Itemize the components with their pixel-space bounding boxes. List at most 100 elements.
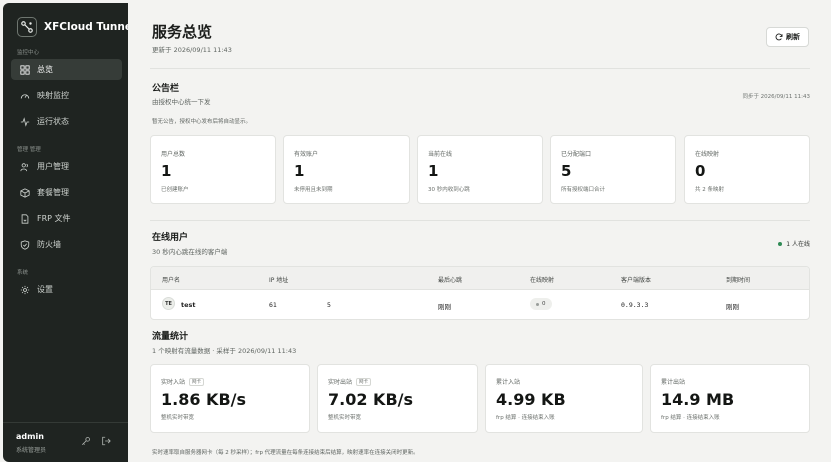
sidebar-item-users[interactable]: 用户管理 bbox=[11, 156, 122, 177]
file-icon bbox=[19, 213, 30, 224]
page-title: 服务总览 bbox=[152, 23, 213, 41]
refresh-label: 刷新 bbox=[786, 33, 800, 41]
column-header: IP 地址 bbox=[269, 277, 289, 284]
stat-desc: 共 2 条映射 bbox=[695, 187, 724, 193]
divider bbox=[150, 68, 810, 69]
shield-icon bbox=[19, 239, 30, 250]
traffic-card-realtime-in: 实时入站 网卡 1.86 KB/s 整机实时带宽 bbox=[150, 364, 310, 433]
status-dot-icon bbox=[778, 241, 783, 246]
sidebar-item-overview[interactable]: 总览 bbox=[11, 59, 122, 80]
column-header: 到期时间 bbox=[726, 277, 751, 284]
row-ip-extra: 5 bbox=[327, 301, 331, 309]
traffic-footnote: 实时速率取自服务器网卡（每 2 秒采样）；frp 代理流量在每条连接结束后结算，… bbox=[152, 450, 419, 456]
stat-label: 在线映射 bbox=[695, 151, 720, 158]
column-header: 客户端版本 bbox=[621, 277, 652, 284]
sidebar-item-label: 用户管理 bbox=[37, 162, 69, 171]
traffic-label-text: 实时入站 bbox=[161, 379, 186, 386]
sidebar-item-label: 映射监控 bbox=[37, 91, 69, 100]
traffic-desc: 整机实时带宽 bbox=[328, 415, 362, 421]
main-content: 服务总览 更新于 2026/09/11 11:43 刷新 公告栏 由授权中心统一… bbox=[128, 3, 828, 462]
online-users-table: 用户名 IP 地址 最后心跳 在线映射 客户端版本 到期时间 TE test 6… bbox=[150, 266, 810, 320]
brand[interactable]: XFCloud Tunnel bbox=[17, 17, 136, 37]
stat-label: 已分配端口 bbox=[561, 151, 592, 158]
user-role: 系统管理员 bbox=[16, 447, 47, 454]
stat-value: 1 bbox=[428, 162, 439, 180]
user-name: admin bbox=[16, 432, 44, 441]
traffic-card-realtime-out: 实时出站 网卡 7.02 KB/s 整机实时带宽 bbox=[317, 364, 478, 433]
user-panel: admin 系统管理员 bbox=[3, 422, 128, 462]
sidebar-item-settings[interactable]: 设置 bbox=[11, 279, 122, 300]
sidebar-item-firewall[interactable]: 防火墙 bbox=[11, 234, 122, 255]
online-count-text: 1 人在线 bbox=[786, 241, 810, 248]
traffic-desc: frp 结算 · 连接结束入账 bbox=[496, 415, 555, 421]
stat-label: 有效账户 bbox=[294, 151, 319, 158]
stat-card-online-mappings: 在线映射 0 共 2 条映射 bbox=[684, 135, 810, 204]
sidebar-item-label: 套餐管理 bbox=[37, 188, 69, 197]
refresh-icon bbox=[775, 33, 783, 41]
logo-icon bbox=[17, 17, 37, 37]
nic-tag: 网卡 bbox=[356, 377, 372, 386]
stat-value: 5 bbox=[561, 162, 572, 180]
column-header: 在线映射 bbox=[530, 277, 555, 284]
row-ip: 61 bbox=[269, 301, 277, 309]
refresh-button[interactable]: 刷新 bbox=[766, 27, 809, 47]
traffic-value: 4.99 KB bbox=[496, 390, 566, 409]
sidebar-item-status[interactable]: 运行状态 bbox=[11, 111, 122, 132]
updated-time: 更新于 2026/09/11 11:43 bbox=[152, 46, 232, 54]
section-label-system: 系统 bbox=[17, 270, 29, 276]
sidebar: XFCloud Tunnel 监控中心 总览 映射监控 运行状态 管理 管理 用… bbox=[3, 3, 136, 462]
stat-card-online-now: 当前在线 1 30 秒内收到心跳 bbox=[417, 135, 543, 204]
dashboard-icon bbox=[19, 64, 30, 75]
traffic-label: 实时入站 网卡 bbox=[161, 377, 205, 386]
stat-desc: 所有授权端口合计 bbox=[561, 187, 606, 193]
traffic-label-text: 累计入站 bbox=[496, 379, 521, 386]
app-window: XFCloud Tunnel 监控中心 总览 映射监控 运行状态 管理 管理 用… bbox=[0, 0, 831, 462]
traffic-desc: frp 结算 · 连接结束入账 bbox=[661, 415, 720, 421]
status-dot-icon bbox=[536, 302, 539, 306]
gauge-icon bbox=[19, 90, 30, 101]
app-title: XFCloud Tunnel bbox=[44, 21, 136, 33]
traffic-card-total-out: 累计出站 14.9 MB frp 结算 · 连接结束入账 bbox=[650, 364, 810, 433]
traffic-label: 实时出站 网卡 bbox=[328, 377, 372, 386]
traffic-title: 流量统计 bbox=[152, 332, 189, 342]
stat-card-total-users: 用户总数 1 已创建账户 bbox=[150, 135, 276, 204]
nic-tag: 网卡 bbox=[189, 377, 205, 386]
package-icon bbox=[19, 187, 30, 198]
avatar: TE bbox=[162, 297, 175, 310]
row-username[interactable]: test bbox=[181, 301, 196, 309]
column-header: 用户名 bbox=[162, 277, 181, 284]
sidebar-item-label: 设置 bbox=[37, 285, 53, 294]
bulletin-subtitle: 由授权中心统一下发 bbox=[152, 98, 211, 106]
online-users-subtitle: 30 秒内心跳在线的客户端 bbox=[152, 248, 228, 256]
stat-desc: 30 秒内收到心跳 bbox=[428, 187, 470, 193]
stat-label: 用户总数 bbox=[161, 151, 186, 158]
activity-icon bbox=[19, 116, 30, 127]
table-header: 用户名 IP 地址 最后心跳 在线映射 客户端版本 到期时间 bbox=[151, 267, 809, 290]
online-count-badge: 1 人在线 bbox=[778, 239, 810, 248]
section-label-manage: 管理 管理 bbox=[17, 147, 41, 153]
logout-icon[interactable] bbox=[100, 435, 112, 447]
online-users-title: 在线用户 bbox=[152, 233, 189, 243]
gear-icon bbox=[19, 284, 30, 295]
sidebar-item-frp-files[interactable]: FRP 文件 bbox=[11, 208, 122, 229]
stat-value: 1 bbox=[294, 162, 305, 180]
stat-value: 0 bbox=[695, 162, 706, 180]
traffic-value: 14.9 MB bbox=[661, 390, 735, 409]
row-expires: 刚刚 bbox=[726, 303, 739, 311]
row-mappings-pill: 0 bbox=[530, 298, 552, 310]
sidebar-item-packages[interactable]: 套餐管理 bbox=[11, 182, 122, 203]
traffic-desc: 整机实时带宽 bbox=[161, 415, 195, 421]
traffic-label-text: 累计出站 bbox=[661, 379, 686, 386]
sidebar-item-label: 防火墙 bbox=[37, 240, 61, 249]
row-mappings: 0 bbox=[542, 301, 546, 307]
traffic-label-text: 实时出站 bbox=[328, 379, 353, 386]
column-header: 最后心跳 bbox=[438, 277, 463, 284]
sidebar-item-mapping-monitor[interactable]: 映射监控 bbox=[11, 85, 122, 106]
bulletin-note: 暂无公告，授权中心发布后将自动显示。 bbox=[152, 119, 252, 125]
sidebar-item-label: 运行状态 bbox=[37, 117, 69, 126]
stat-card-active-accounts: 有效账户 1 未停用且未到期 bbox=[283, 135, 410, 204]
traffic-value: 7.02 KB/s bbox=[328, 390, 414, 409]
traffic-label: 累计出站 bbox=[661, 377, 685, 386]
stat-desc: 已创建账户 bbox=[161, 187, 189, 193]
key-icon[interactable] bbox=[80, 435, 92, 447]
